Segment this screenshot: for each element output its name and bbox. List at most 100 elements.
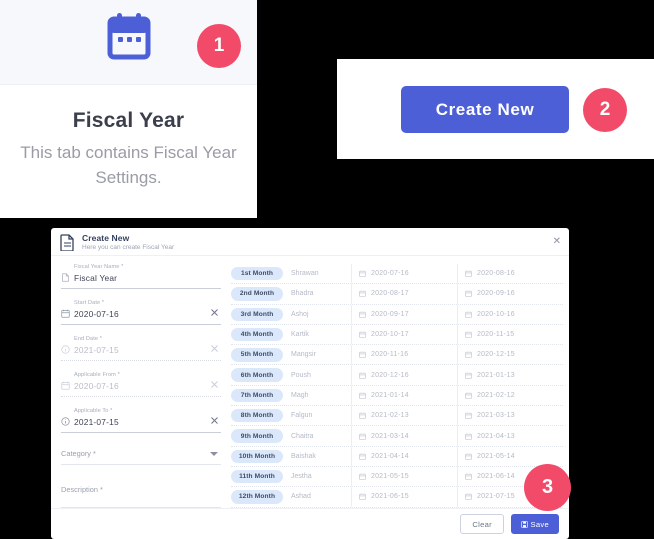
field-value: 2020-07-16 <box>74 309 119 319</box>
start-date-field[interactable]: Start Date * 2020-07-16 <box>61 300 221 331</box>
month-index-badge: 4th Month <box>231 327 283 342</box>
month-end-date-text: 2021-02-12 <box>477 391 515 399</box>
calendar-icon <box>465 412 472 419</box>
month-end-date-text: 2020-09-16 <box>477 290 515 298</box>
month-end-date[interactable]: 2021-03-13 <box>457 406 563 426</box>
month-start-date[interactable]: 2021-02-13 <box>351 406 457 426</box>
clear-button[interactable]: Clear <box>460 514 504 534</box>
month-start-date[interactable]: 2020-12-16 <box>351 365 457 385</box>
table-row[interactable]: 11th Month Jestha 2021-05-15 2021-06-14 <box>231 466 563 488</box>
month-start-date[interactable]: 2021-01-14 <box>351 385 457 406</box>
calendar-icon <box>359 392 366 399</box>
field-value: 2020-07-16 <box>74 381 119 391</box>
save-button-label: Save <box>530 519 549 529</box>
month-start-date[interactable]: 2021-03-14 <box>351 426 457 446</box>
calendar-icon <box>465 392 472 399</box>
month-start-date-text: 2020-09-17 <box>371 310 409 318</box>
clear-icon[interactable] <box>210 308 219 317</box>
table-row[interactable]: 6th Month Poush 2020-12-16 2021-01-13 <box>231 365 563 386</box>
month-end-date[interactable]: 2021-02-12 <box>457 385 563 406</box>
month-end-date[interactable]: 2020-10-16 <box>457 304 563 324</box>
table-row[interactable]: 2nd Month Bhadra 2020-08-17 2020-09-16 <box>231 284 563 305</box>
dialog-subtitle: Here you can create Fiscal Year <box>82 244 175 251</box>
month-start-date-text: 2020-11-16 <box>371 351 409 359</box>
table-row[interactable]: 7th Month Magh 2021-01-14 2021-02-12 <box>231 385 563 407</box>
month-index-badge: 10th Month <box>231 449 283 463</box>
month-index-badge: 2nd Month <box>231 287 283 301</box>
month-start-date[interactable]: 2020-07-16 <box>351 264 457 284</box>
month-name: Baishak <box>291 452 316 460</box>
applicable-to-field[interactable]: Applicable To * 2021-07-15 <box>61 408 221 439</box>
description-field[interactable]: Description * <box>61 480 221 514</box>
field-underline <box>61 360 221 361</box>
create-new-dialog: Create New Here you can create Fiscal Ye… <box>51 228 569 539</box>
step-badge-1: 1 <box>197 24 241 68</box>
calendar-icon <box>465 493 472 501</box>
dialog-title: Create New <box>82 233 130 243</box>
step-badge-2: 2 <box>583 88 627 132</box>
month-end-date[interactable]: 2020-11-15 <box>457 324 563 345</box>
month-end-date-text: 2021-04-13 <box>477 432 515 440</box>
month-start-date[interactable]: 2020-11-16 <box>351 345 457 365</box>
month-start-date-text: 2021-06-15 <box>371 493 409 501</box>
calendar-icon <box>359 473 366 480</box>
table-row[interactable]: 3rd Month Ashoj 2020-09-17 2020-10-16 <box>231 304 563 325</box>
table-row[interactable]: 5th Month Mangsir 2020-11-16 2020-12-15 <box>231 345 563 366</box>
calendar-icon <box>465 291 472 298</box>
month-end-date[interactable]: 2020-09-16 <box>457 284 563 304</box>
field-label: Start Date * <box>74 300 105 306</box>
month-start-date[interactable]: 2021-05-15 <box>351 466 457 487</box>
fiscal-year-name-field[interactable]: Fiscal Year Name * Fiscal Year <box>61 264 221 295</box>
calendar-icon <box>465 270 472 277</box>
info-icon <box>61 417 70 426</box>
applicable-from-field[interactable]: Applicable From * 2020-07-16 <box>61 372 221 403</box>
month-name: Magh <box>291 391 309 399</box>
clear-icon[interactable] <box>210 344 219 353</box>
month-start-date[interactable]: 2021-04-14 <box>351 446 457 466</box>
calendar-icon <box>359 412 366 419</box>
month-start-date[interactable]: 2020-08-17 <box>351 284 457 304</box>
close-icon[interactable]: ✕ <box>553 237 561 247</box>
month-start-date-text: 2020-12-16 <box>371 371 409 379</box>
month-index-badge: 1st Month <box>231 266 283 281</box>
month-start-date-text: 2021-04-14 <box>371 452 409 460</box>
table-row[interactable]: 12th Month Ashad 2021-06-15 2021-07-15 <box>231 487 563 508</box>
month-name: Jestha <box>291 473 312 481</box>
end-date-field[interactable]: End Date * 2021-07-15 <box>61 336 221 367</box>
field-value: Fiscal Year <box>74 273 118 283</box>
month-start-date[interactable]: 2020-09-17 <box>351 304 457 324</box>
month-name: Bhadra <box>291 290 314 298</box>
document-icon <box>60 234 74 251</box>
month-name: Chaitra <box>291 432 314 440</box>
table-row[interactable]: 4th Month Kartik 2020-10-17 2020-11-15 <box>231 324 563 346</box>
calendar-icon <box>465 351 472 359</box>
field-underline <box>61 507 221 508</box>
chevron-down-icon[interactable] <box>210 452 218 456</box>
month-end-date[interactable]: 2021-04-13 <box>457 426 563 446</box>
table-row[interactable]: 8th Month Falgun 2021-02-13 2021-03-13 <box>231 406 563 427</box>
calendar-icon <box>359 311 366 318</box>
category-select[interactable]: Category * <box>61 444 221 471</box>
clear-icon[interactable] <box>210 416 219 425</box>
month-end-date[interactable]: 2021-01-13 <box>457 365 563 385</box>
month-index-badge: 6th Month <box>231 368 283 382</box>
table-row[interactable]: 9th Month Chaitra 2021-03-14 2021-04-13 <box>231 426 563 447</box>
calendar-icon <box>107 13 151 60</box>
month-name: Shrawan <box>291 270 319 278</box>
month-start-date[interactable]: 2021-06-15 <box>351 487 457 507</box>
calendar-icon <box>61 381 70 390</box>
month-start-date-text: 2021-05-15 <box>371 473 409 481</box>
table-row[interactable]: 10th Month Baishak 2021-04-14 2021-05-14 <box>231 446 563 467</box>
month-end-date[interactable]: 2020-12-15 <box>457 345 563 365</box>
calendar-icon <box>359 331 366 338</box>
save-button[interactable]: Save <box>510 514 559 534</box>
month-end-date[interactable]: 2020-08-16 <box>457 264 563 284</box>
calendar-icon <box>359 372 366 379</box>
clear-icon[interactable] <box>210 380 219 389</box>
step-badge-3: 3 <box>524 464 571 511</box>
month-end-date-text: 2021-06-14 <box>477 473 515 481</box>
month-start-date[interactable]: 2020-10-17 <box>351 324 457 345</box>
calendar-icon <box>465 453 472 460</box>
table-row[interactable]: 1st Month Shrawan 2020-07-16 2020-08-16 <box>231 264 563 285</box>
create-new-button[interactable]: Create New <box>401 86 569 133</box>
